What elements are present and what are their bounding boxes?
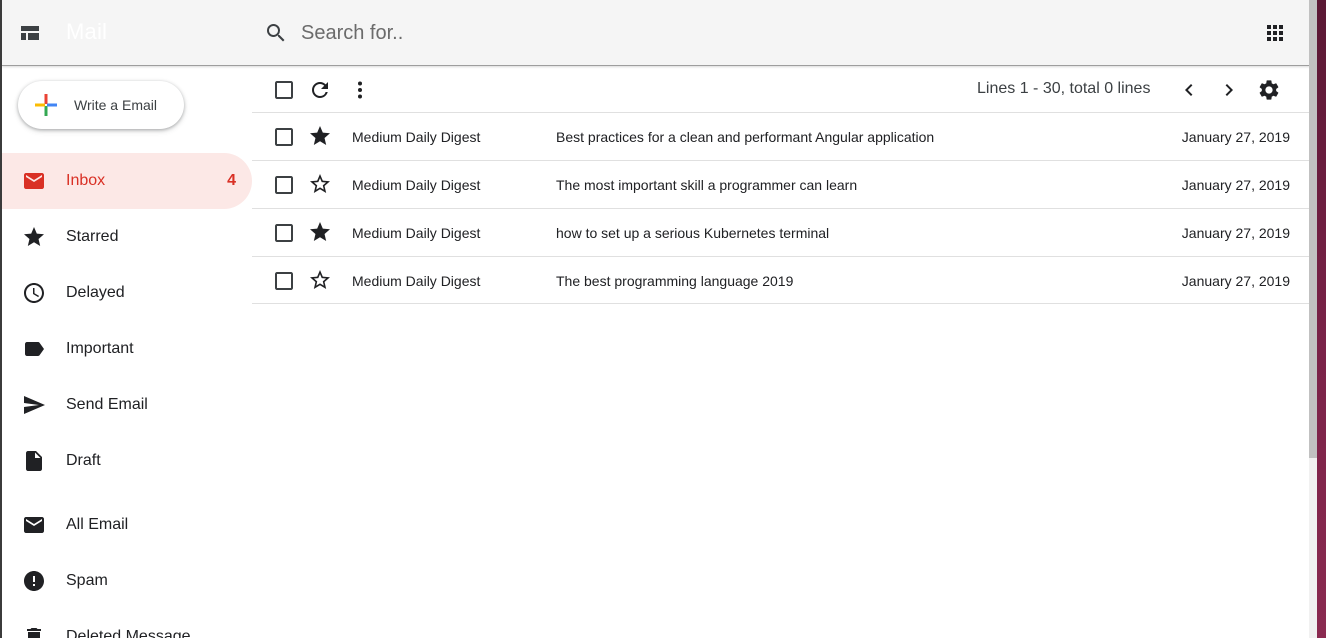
star-filled-icon[interactable]: [308, 220, 332, 244]
spam-icon: [22, 569, 46, 593]
sidebar-item-label: Send Email: [66, 396, 148, 413]
plus-icon: [34, 93, 58, 117]
mail-date: January 27, 2019: [1181, 225, 1290, 241]
select-all-checkbox[interactable]: [272, 78, 296, 102]
mail-date: January 27, 2019: [1181, 177, 1290, 193]
mail-subject: The best programming language 2019: [556, 273, 794, 289]
sidebar-item-important[interactable]: Important: [2, 321, 252, 377]
more-vert-icon[interactable]: [348, 78, 372, 102]
list-toolbar: Lines 1 - 30, total 0 lines: [252, 66, 1310, 112]
star-outline-icon[interactable]: [308, 172, 332, 196]
sidebar-item-send-email[interactable]: Send Email: [2, 377, 252, 433]
mail-date: January 27, 2019: [1181, 129, 1290, 145]
mail-sender: Medium Daily Digest: [352, 129, 481, 145]
mail-icon: [22, 513, 46, 537]
star-outline-icon[interactable]: [308, 268, 332, 292]
mail-sender: Medium Daily Digest: [352, 273, 481, 289]
sidebar-item-label: All Email: [66, 516, 129, 533]
sidebar: Inbox 4 Starred Delayed Important Send E…: [2, 153, 252, 638]
sidebar-item-label: Important: [66, 340, 134, 357]
sidebar-item-label: Inbox: [66, 172, 106, 189]
send-icon: [22, 393, 46, 417]
unread-count-badge: 4: [227, 172, 236, 189]
sidebar-item-spam[interactable]: Spam: [2, 553, 252, 609]
pagination-info: Lines 1 - 30, total 0 lines: [977, 80, 1151, 97]
mail-row[interactable]: Medium Daily Digest Best practices for a…: [252, 112, 1310, 160]
mail-date: January 27, 2019: [1181, 273, 1290, 289]
mail-subject: The most important skill a programmer ca…: [556, 177, 858, 193]
row-checkbox[interactable]: [272, 269, 296, 293]
sidebar-item-inbox[interactable]: Inbox 4: [2, 153, 252, 209]
chevron-right-icon[interactable]: [1217, 78, 1241, 102]
mail-sender: Medium Daily Digest: [352, 225, 481, 241]
mail-row[interactable]: Medium Daily Digest The most important s…: [252, 160, 1310, 208]
row-checkbox[interactable]: [272, 125, 296, 149]
mail-sender: Medium Daily Digest: [352, 177, 481, 193]
draft-icon: [22, 449, 46, 473]
scrollbar-thumb[interactable]: [1309, 0, 1317, 458]
trash-icon: [22, 625, 46, 638]
mail-subject: Best practices for a clean and performan…: [556, 129, 935, 145]
row-checkbox[interactable]: [272, 221, 296, 245]
apps-grid-icon[interactable]: [1263, 21, 1287, 45]
sidebar-item-all-email[interactable]: All Email: [2, 497, 252, 553]
compose-button[interactable]: Write a Email: [18, 81, 184, 129]
inbox-icon: [22, 169, 46, 193]
sidebar-item-label: Draft: [66, 452, 101, 469]
sidebar-item-starred[interactable]: Starred: [2, 209, 252, 265]
menu-icon[interactable]: [18, 21, 42, 45]
sidebar-divider: [2, 489, 252, 497]
top-app-bar: Mail: [2, 0, 1310, 66]
sidebar-item-label: Deleted Message: [66, 628, 191, 638]
sidebar-item-draft[interactable]: Draft: [2, 433, 252, 489]
compose-label: Write a Email: [74, 97, 157, 113]
sidebar-item-deleted[interactable]: Deleted Message: [2, 609, 252, 638]
search-icon[interactable]: [264, 21, 288, 45]
mail-app: Mail Write a Email Inbox 4: [2, 0, 1310, 638]
chevron-left-icon[interactable]: [1177, 78, 1201, 102]
mail-subject: how to set up a serious Kubernetes termi…: [556, 225, 830, 241]
app-title: Mail: [66, 19, 108, 44]
search-input[interactable]: [301, 14, 1201, 52]
mail-list: Medium Daily Digest Best practices for a…: [252, 112, 1310, 304]
sidebar-item-label: Starred: [66, 228, 119, 245]
row-checkbox[interactable]: [272, 173, 296, 197]
refresh-icon[interactable]: [308, 78, 332, 102]
star-icon: [22, 225, 46, 249]
mail-row[interactable]: Medium Daily Digest how to set up a seri…: [252, 208, 1310, 256]
sidebar-item-label: Spam: [66, 572, 108, 589]
sidebar-item-delayed[interactable]: Delayed: [2, 265, 252, 321]
sidebar-item-label: Delayed: [66, 284, 125, 301]
clock-icon: [22, 281, 46, 305]
mail-row[interactable]: Medium Daily Digest The best programming…: [252, 256, 1310, 304]
label-icon: [22, 337, 46, 361]
settings-gear-icon[interactable]: [1257, 78, 1281, 102]
star-filled-icon[interactable]: [308, 124, 332, 148]
